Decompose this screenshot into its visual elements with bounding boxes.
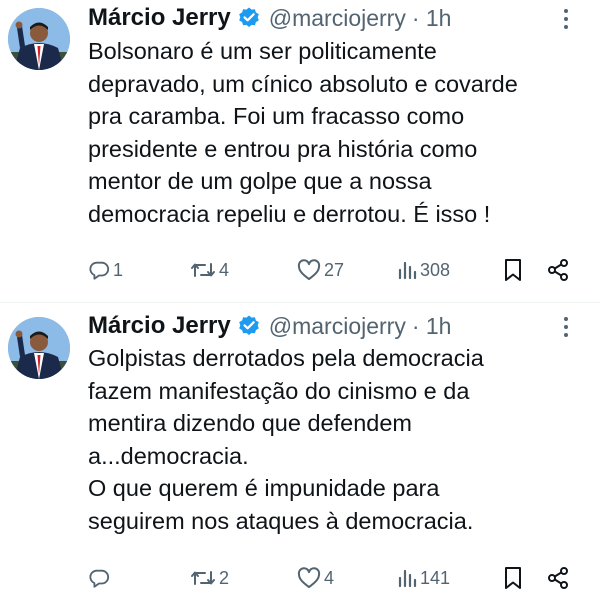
avatar[interactable] bbox=[8, 317, 70, 379]
tweet-text-line: pra caramba. Foi um fracasso como bbox=[88, 103, 465, 129]
more-icon[interactable] bbox=[556, 4, 576, 34]
divider bbox=[0, 302, 600, 303]
tweet[interactable]: Márcio Jerry @marciojerry · 1h Golpistas… bbox=[0, 305, 600, 600]
tweet-text: Bolsonaro é um ser politicamente deprava… bbox=[88, 35, 588, 230]
tweet-time[interactable]: · 1h bbox=[412, 313, 452, 340]
tweet-text-line: mentira dizendo que defendem bbox=[88, 410, 412, 436]
tweet[interactable]: Márcio Jerry @marciojerry · 1h Bolsonaro… bbox=[0, 0, 600, 300]
tweet-text-line: fazem manifestação do cinismo e da bbox=[88, 377, 470, 404]
repost-icon bbox=[191, 263, 215, 277]
reply-button[interactable] bbox=[88, 563, 113, 593]
views-button[interactable]: 141 bbox=[397, 563, 450, 593]
views-icon bbox=[398, 569, 417, 588]
tweet-text: Golpistas derrotados pela democracia faz… bbox=[88, 342, 588, 537]
tweet-text-line: mentor de um golpe que a nossa bbox=[88, 168, 432, 194]
tweet-text-line: Golpistas derrotados pela democracia bbox=[88, 345, 484, 371]
like-icon bbox=[297, 567, 321, 588]
share-button[interactable] bbox=[546, 255, 570, 285]
tweet-header: Márcio Jerry @marciojerry · 1h bbox=[88, 310, 451, 342]
reply-count: 1 bbox=[113, 259, 124, 280]
tweet-text-line: democracia repeliu e derrotou. É isso ! bbox=[88, 200, 491, 227]
share-button[interactable] bbox=[546, 563, 570, 593]
reply-button[interactable]: 1 bbox=[88, 255, 123, 285]
reply-icon bbox=[89, 569, 110, 588]
tweet-text-line: depravado, um cínico absoluto e covarde bbox=[88, 70, 518, 97]
repost-count: 2 bbox=[219, 567, 230, 588]
tweet-text-line: presidente e entrou pra história como bbox=[88, 135, 478, 162]
verified-badge-icon bbox=[237, 314, 261, 338]
author-name[interactable]: Márcio Jerry bbox=[88, 312, 231, 340]
views-count: 308 bbox=[420, 259, 451, 280]
tweet-text-line: a...democracia. bbox=[88, 442, 249, 469]
bookmark-icon bbox=[505, 567, 521, 589]
bookmark-button[interactable] bbox=[503, 255, 523, 285]
avatar[interactable] bbox=[8, 8, 70, 70]
share-icon bbox=[548, 259, 568, 281]
tweet-actions: 2 4 141 bbox=[0, 563, 600, 593]
like-button[interactable]: 27 bbox=[297, 255, 344, 285]
views-button[interactable]: 308 bbox=[397, 255, 450, 285]
repost-button[interactable]: 2 bbox=[190, 563, 229, 593]
views-count: 141 bbox=[420, 567, 451, 588]
repost-count: 4 bbox=[219, 259, 230, 280]
like-count: 4 bbox=[324, 567, 335, 588]
author-name[interactable]: Márcio Jerry bbox=[88, 4, 231, 32]
reply-icon bbox=[89, 261, 110, 280]
tweet-time[interactable]: · 1h bbox=[412, 5, 452, 32]
verified-badge-icon bbox=[237, 6, 261, 30]
tweet-text-line: Bolsonaro é um ser politicamente bbox=[88, 38, 437, 64]
share-icon bbox=[548, 567, 568, 589]
repost-button[interactable]: 4 bbox=[190, 255, 229, 285]
tweet-text-line: O que querem é impunidade para bbox=[88, 475, 440, 501]
author-handle[interactable]: @marciojerry bbox=[269, 5, 406, 32]
like-count: 27 bbox=[324, 259, 345, 280]
tweet-header: Márcio Jerry @marciojerry · 1h bbox=[88, 2, 451, 34]
author-handle[interactable]: @marciojerry bbox=[269, 313, 406, 340]
bookmark-icon bbox=[505, 259, 521, 281]
views-icon bbox=[398, 261, 417, 280]
tweet-text-line: seguirem nos ataques à democracia. bbox=[88, 507, 474, 534]
bookmark-button[interactable] bbox=[503, 563, 523, 593]
like-icon bbox=[297, 259, 321, 280]
repost-icon bbox=[191, 571, 215, 585]
like-button[interactable]: 4 bbox=[297, 563, 334, 593]
tweet-actions: 1 4 27 308 bbox=[0, 255, 600, 285]
more-icon[interactable] bbox=[556, 312, 576, 342]
